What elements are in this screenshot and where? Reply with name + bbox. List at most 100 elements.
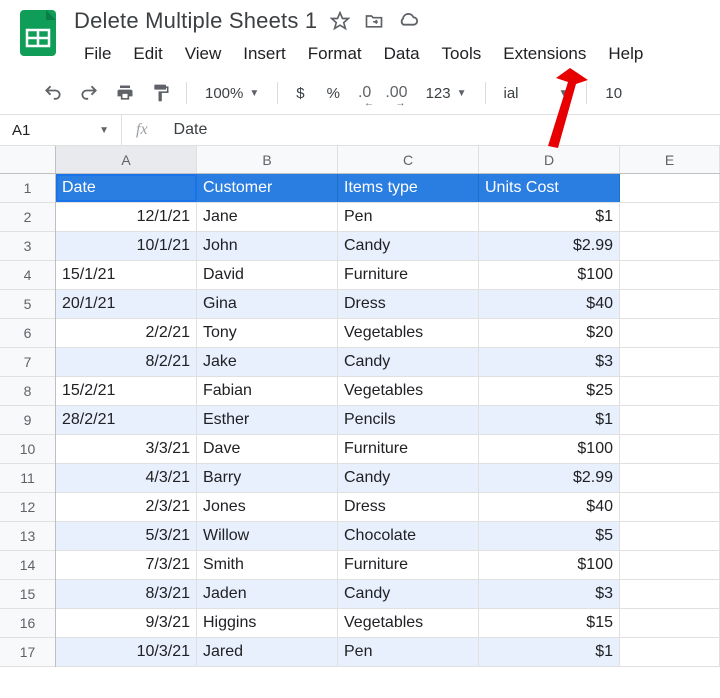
menu-format[interactable]: Format bbox=[298, 40, 372, 68]
cell[interactable] bbox=[620, 203, 720, 231]
star-icon[interactable] bbox=[329, 10, 351, 32]
cell[interactable] bbox=[620, 580, 720, 608]
cell[interactable]: 3/3/21 bbox=[56, 435, 197, 463]
row-header[interactable]: 4 bbox=[0, 261, 55, 290]
menu-insert[interactable]: Insert bbox=[233, 40, 296, 68]
cell[interactable]: 15/1/21 bbox=[56, 261, 197, 289]
cell[interactable]: Jones bbox=[197, 493, 338, 521]
cell[interactable]: $40 bbox=[479, 290, 620, 318]
cell[interactable]: Candy bbox=[338, 348, 479, 376]
cell[interactable]: $5 bbox=[479, 522, 620, 550]
increase-decimal-icon[interactable]: .00→ bbox=[385, 82, 407, 104]
cell[interactable] bbox=[620, 261, 720, 289]
col-header-E[interactable]: E bbox=[620, 146, 720, 173]
row-header[interactable]: 2 bbox=[0, 203, 55, 232]
cell[interactable]: $100 bbox=[479, 551, 620, 579]
cell[interactable]: Vegetables bbox=[338, 377, 479, 405]
cell[interactable]: Vegetables bbox=[338, 319, 479, 347]
cell[interactable]: $2.99 bbox=[479, 232, 620, 260]
zoom-select[interactable]: 100%▼ bbox=[201, 83, 263, 104]
col-header-D[interactable]: D bbox=[479, 146, 620, 173]
cell[interactable]: 20/1/21 bbox=[56, 290, 197, 318]
cell[interactable]: 7/3/21 bbox=[56, 551, 197, 579]
name-box[interactable]: A1 ▼ bbox=[0, 115, 122, 145]
font-size[interactable]: 10 bbox=[601, 83, 626, 104]
cell[interactable]: Furniture bbox=[338, 551, 479, 579]
cell[interactable]: Jake bbox=[197, 348, 338, 376]
cell[interactable]: 15/2/21 bbox=[56, 377, 197, 405]
cell[interactable]: Barry bbox=[197, 464, 338, 492]
cloud-status-icon[interactable] bbox=[397, 10, 419, 32]
cell[interactable]: Dress bbox=[338, 290, 479, 318]
menu-edit[interactable]: Edit bbox=[123, 40, 172, 68]
cell[interactable] bbox=[620, 174, 720, 202]
number-format-select[interactable]: 123▼ bbox=[422, 83, 471, 104]
cell[interactable] bbox=[620, 348, 720, 376]
row-header[interactable]: 6 bbox=[0, 319, 55, 348]
cell[interactable]: Items type bbox=[338, 174, 479, 202]
row-header[interactable]: 11 bbox=[0, 464, 55, 493]
cell[interactable] bbox=[620, 493, 720, 521]
row-header[interactable]: 3 bbox=[0, 232, 55, 261]
cell[interactable]: Furniture bbox=[338, 435, 479, 463]
cell[interactable]: Jared bbox=[197, 638, 338, 666]
cell[interactable]: 5/3/21 bbox=[56, 522, 197, 550]
row-header[interactable]: 5 bbox=[0, 290, 55, 319]
row-header[interactable]: 7 bbox=[0, 348, 55, 377]
cell[interactable]: Dress bbox=[338, 493, 479, 521]
cell[interactable]: 2/2/21 bbox=[56, 319, 197, 347]
formula-input[interactable]: Date bbox=[162, 121, 220, 139]
undo-icon[interactable] bbox=[42, 82, 64, 104]
cell[interactable]: Fabian bbox=[197, 377, 338, 405]
menu-data[interactable]: Data bbox=[374, 40, 430, 68]
cell[interactable]: $100 bbox=[479, 261, 620, 289]
cell[interactable]: Date bbox=[56, 174, 197, 202]
menu-help[interactable]: Help bbox=[598, 40, 653, 68]
cell[interactable] bbox=[620, 406, 720, 434]
menu-tools[interactable]: Tools bbox=[432, 40, 492, 68]
cell[interactable]: 12/1/21 bbox=[56, 203, 197, 231]
cell[interactable]: $1 bbox=[479, 638, 620, 666]
cell[interactable]: Pen bbox=[338, 203, 479, 231]
cell[interactable]: Pencils bbox=[338, 406, 479, 434]
cell[interactable]: $3 bbox=[479, 580, 620, 608]
cell[interactable]: 28/2/21 bbox=[56, 406, 197, 434]
cell[interactable]: $20 bbox=[479, 319, 620, 347]
cell[interactable] bbox=[620, 464, 720, 492]
menu-file[interactable]: File bbox=[74, 40, 121, 68]
cell[interactable] bbox=[620, 551, 720, 579]
cell[interactable] bbox=[620, 232, 720, 260]
row-header[interactable]: 13 bbox=[0, 522, 55, 551]
cell[interactable]: 8/3/21 bbox=[56, 580, 197, 608]
cell[interactable]: 10/1/21 bbox=[56, 232, 197, 260]
cell[interactable]: $25 bbox=[479, 377, 620, 405]
cell[interactable]: Units Cost bbox=[479, 174, 620, 202]
cell[interactable]: David bbox=[197, 261, 338, 289]
cell[interactable]: 10/3/21 bbox=[56, 638, 197, 666]
cell[interactable]: $1 bbox=[479, 203, 620, 231]
cell[interactable] bbox=[620, 319, 720, 347]
cell[interactable]: Furniture bbox=[338, 261, 479, 289]
cell[interactable]: $40 bbox=[479, 493, 620, 521]
row-header[interactable]: 12 bbox=[0, 493, 55, 522]
cell[interactable]: $3 bbox=[479, 348, 620, 376]
select-all-corner[interactable] bbox=[0, 146, 55, 174]
cell[interactable]: Smith bbox=[197, 551, 338, 579]
cell[interactable]: Candy bbox=[338, 232, 479, 260]
cell[interactable]: Esther bbox=[197, 406, 338, 434]
cell[interactable]: 4/3/21 bbox=[56, 464, 197, 492]
cell[interactable]: $100 bbox=[479, 435, 620, 463]
doc-title[interactable]: Delete Multiple Sheets 1 bbox=[74, 8, 317, 34]
col-header-A[interactable]: A bbox=[56, 146, 197, 173]
cell[interactable]: 2/3/21 bbox=[56, 493, 197, 521]
cell[interactable]: Willow bbox=[197, 522, 338, 550]
menu-view[interactable]: View bbox=[175, 40, 232, 68]
cell[interactable]: $2.99 bbox=[479, 464, 620, 492]
cell[interactable] bbox=[620, 290, 720, 318]
cell[interactable]: 9/3/21 bbox=[56, 609, 197, 637]
cell[interactable]: Chocolate bbox=[338, 522, 479, 550]
cell[interactable]: Dave bbox=[197, 435, 338, 463]
row-header[interactable]: 10 bbox=[0, 435, 55, 464]
cell[interactable]: Tony bbox=[197, 319, 338, 347]
cell[interactable] bbox=[620, 377, 720, 405]
